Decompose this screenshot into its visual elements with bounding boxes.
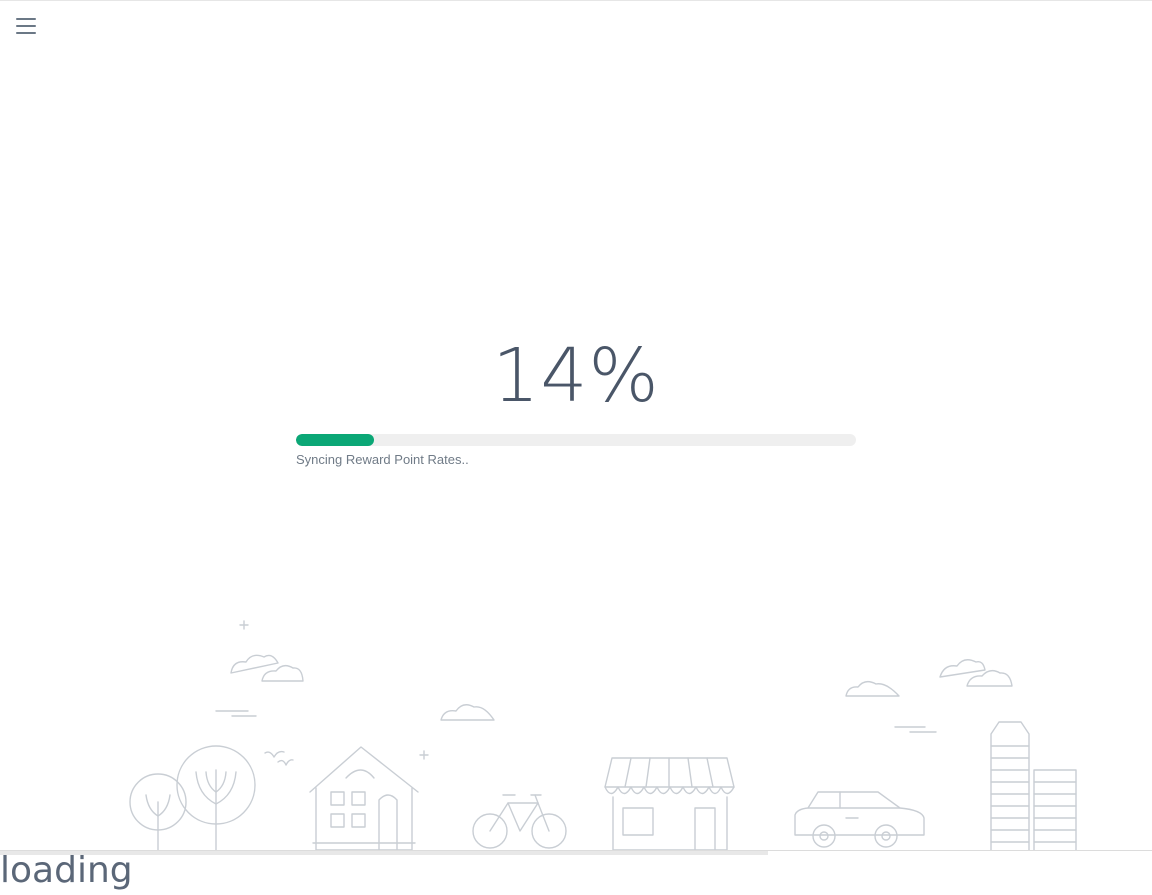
bird-icon xyxy=(264,750,294,766)
star-icon xyxy=(419,750,429,760)
menu-bar xyxy=(16,32,36,34)
bicycle-icon xyxy=(472,794,567,849)
top-border xyxy=(0,0,1152,1)
progress-percent: 14% xyxy=(492,333,660,419)
house-icon xyxy=(309,746,419,851)
progress-fill xyxy=(296,434,375,446)
car-icon xyxy=(794,791,925,848)
menu-bar xyxy=(16,18,36,20)
cloud-icon xyxy=(230,654,304,682)
cloud-icon xyxy=(440,704,495,721)
cloud-icon xyxy=(845,680,900,697)
cloud-icon xyxy=(939,659,1013,687)
status-text: Syncing Reward Point Rates.. xyxy=(296,452,469,467)
shop-icon xyxy=(604,757,735,851)
tree-icon xyxy=(176,745,256,851)
building-icon xyxy=(990,721,1077,851)
star-icon xyxy=(239,620,249,630)
loading-label: loading xyxy=(0,850,133,891)
city-illustration xyxy=(129,620,1077,851)
progress-bar xyxy=(296,434,856,446)
hamburger-menu-icon[interactable] xyxy=(14,14,38,38)
menu-bar xyxy=(16,25,36,27)
